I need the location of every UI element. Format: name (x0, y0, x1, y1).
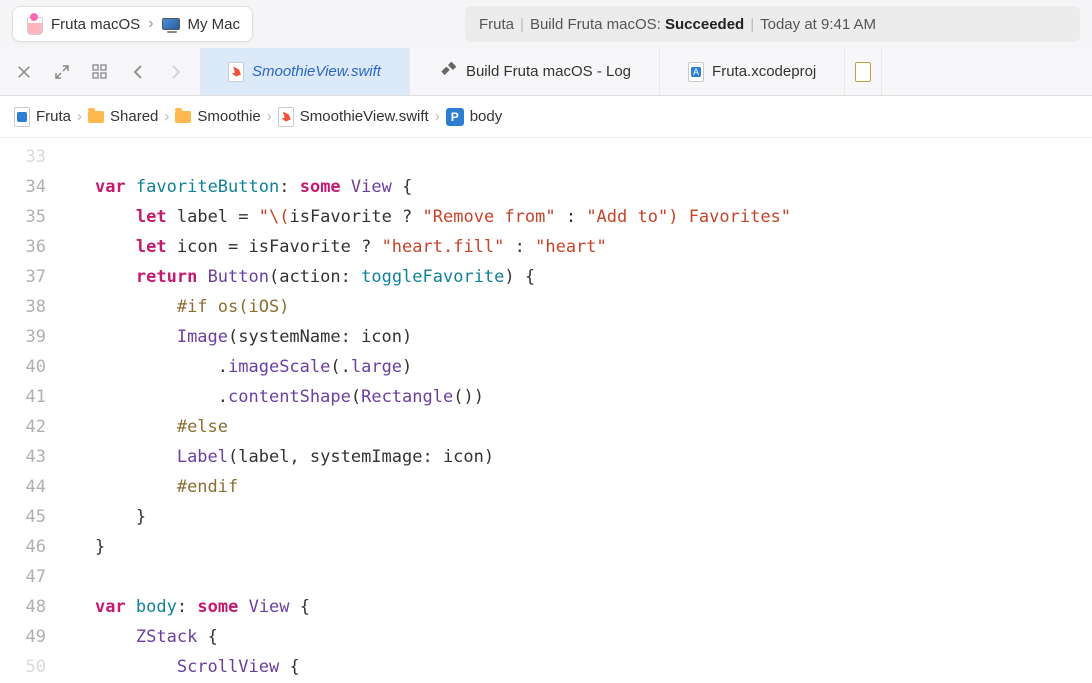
code-line[interactable]: ScrollView { (54, 652, 1092, 682)
chevron-right-icon: › (435, 108, 440, 125)
line-number: 34 (0, 172, 54, 202)
activity-status[interactable]: Fruta | Build Fruta macOS: Succeeded | T… (465, 6, 1080, 42)
tab-project[interactable]: Fruta.xcodeproj (660, 48, 845, 95)
property-icon: P (446, 108, 464, 126)
tabs: SmoothieView.swift Build Fruta macOS - L… (200, 48, 1092, 95)
tab-build-log[interactable]: Build Fruta macOS - Log (410, 48, 660, 95)
folder-icon (88, 111, 104, 123)
project-icon (14, 107, 30, 127)
code-line[interactable]: var favoriteButton: some View { (54, 172, 1092, 202)
line-number: 37 (0, 262, 54, 292)
scheme-selector[interactable]: Fruta macOS › My Mac (12, 6, 253, 42)
breadcrumb-file[interactable]: SmoothieView.swift (300, 108, 429, 125)
code-line[interactable]: ZStack { (54, 622, 1092, 652)
code-line[interactable]: .contentShape(Rectangle()) (54, 382, 1092, 412)
line-number: 39 (0, 322, 54, 352)
line-number: 49 (0, 622, 54, 652)
code-line[interactable]: let label = "\(isFavorite ? "Remove from… (54, 202, 1092, 232)
code-line[interactable]: } (54, 532, 1092, 562)
line-number: 40 (0, 352, 54, 382)
breadcrumb: Fruta › Shared › Smoothie › SmoothieView… (0, 96, 1092, 138)
line-number: 38 (0, 292, 54, 322)
toolbar: Fruta macOS › My Mac Fruta | Build Fruta… (0, 0, 1092, 48)
line-number: 50 (0, 652, 54, 682)
swift-file-icon (228, 62, 244, 82)
line-number: 45 (0, 502, 54, 532)
hammer-icon (438, 60, 458, 84)
line-number: 35 (0, 202, 54, 232)
xcodeproj-icon (688, 62, 704, 82)
separator: | (750, 16, 754, 33)
document-icon (855, 62, 871, 82)
forward-icon[interactable] (166, 62, 186, 82)
code-line[interactable]: let icon = isFavorite ? "heart.fill" : "… (54, 232, 1092, 262)
line-number: 48 (0, 592, 54, 622)
line-number: 47 (0, 562, 54, 592)
target-name: My Mac (188, 16, 241, 33)
tab-bar: SmoothieView.swift Build Fruta macOS - L… (0, 48, 1092, 96)
code-line[interactable]: var body: some View { (54, 592, 1092, 622)
folder-icon (175, 111, 191, 123)
code-line[interactable]: Image(systemName: icon) (54, 322, 1092, 352)
breadcrumb-folder-shared[interactable]: Shared (110, 108, 158, 125)
close-icon[interactable] (14, 62, 34, 82)
swift-file-icon (278, 107, 294, 127)
line-number: 46 (0, 532, 54, 562)
code-line[interactable]: Label(label, systemImage: icon) (54, 442, 1092, 472)
code-line[interactable]: return Button(action: toggleFavorite) { (54, 262, 1092, 292)
breadcrumb-folder-smoothie[interactable]: Smoothie (197, 108, 260, 125)
chevron-right-icon: › (164, 108, 169, 125)
status-time: Today at 9:41 AM (760, 16, 876, 33)
code-line[interactable]: #endif (54, 472, 1092, 502)
tab-label: Fruta.xcodeproj (712, 63, 816, 80)
separator: | (520, 16, 524, 33)
status-build-label: Build Fruta macOS: (530, 16, 661, 33)
chevron-right-icon: › (267, 108, 272, 125)
code-editor[interactable]: 333435363738394041424344454647484950 var… (0, 138, 1092, 683)
line-number: 33 (0, 142, 54, 172)
code-line[interactable] (54, 562, 1092, 592)
app-icon (25, 13, 43, 35)
code-line[interactable]: .imageScale(.large) (54, 352, 1092, 382)
tab-smoothieview[interactable]: SmoothieView.swift (200, 48, 410, 95)
line-gutter: 333435363738394041424344454647484950 (0, 138, 54, 683)
status-app: Fruta (479, 16, 514, 33)
tab-controls (0, 62, 200, 82)
line-number: 41 (0, 382, 54, 412)
chevron-right-icon: › (148, 15, 153, 33)
code-line[interactable]: } (54, 502, 1092, 532)
line-number: 43 (0, 442, 54, 472)
line-number: 44 (0, 472, 54, 502)
code-area[interactable]: var favoriteButton: some View { let labe… (54, 138, 1092, 683)
mac-icon (162, 18, 180, 30)
grid-icon[interactable] (90, 62, 110, 82)
tab-label: Build Fruta macOS - Log (466, 63, 631, 80)
tab-overflow[interactable] (845, 48, 882, 95)
expand-icon[interactable] (52, 62, 72, 82)
line-number: 36 (0, 232, 54, 262)
scheme-name: Fruta macOS (51, 16, 140, 33)
back-icon[interactable] (128, 62, 148, 82)
tab-label: SmoothieView.swift (252, 63, 381, 80)
code-line[interactable] (54, 142, 1092, 172)
code-line[interactable]: #if os(iOS) (54, 292, 1092, 322)
status-result: Succeeded (665, 16, 744, 33)
chevron-right-icon: › (77, 108, 82, 125)
breadcrumb-root[interactable]: Fruta (36, 108, 71, 125)
line-number: 42 (0, 412, 54, 442)
breadcrumb-symbol[interactable]: body (470, 108, 503, 125)
code-line[interactable]: #else (54, 412, 1092, 442)
